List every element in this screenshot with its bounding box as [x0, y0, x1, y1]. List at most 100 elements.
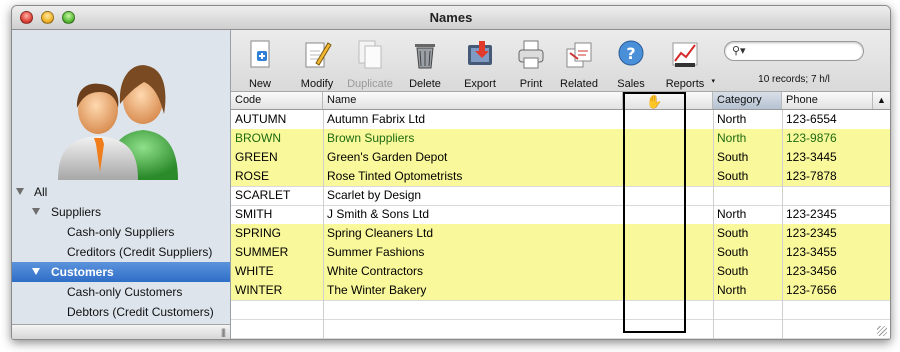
- cell-name: Spring Cleaners Ltd: [327, 226, 434, 240]
- column-header-empty-2[interactable]: [686, 92, 713, 109]
- sidebar-item-creditors-credit-suppliers[interactable]: Creditors (Credit Suppliers): [12, 242, 230, 262]
- cell-category: South: [717, 245, 749, 259]
- sidebar-item-label: Creditors (Credit Suppliers): [67, 245, 213, 259]
- sidebar-item-all[interactable]: All: [12, 182, 230, 202]
- disclosure-triangle-icon[interactable]: [32, 208, 40, 215]
- cell-name: Green's Garden Depot: [327, 150, 448, 164]
- sidebar-item-label: All: [34, 185, 48, 199]
- sidebar-resize-grip[interactable]: |||: [221, 327, 226, 337]
- title-bar[interactable]: Names: [12, 6, 890, 30]
- duplicate-button[interactable]: Duplicate: [339, 36, 401, 90]
- record-count: 10 records; 7 h/l: [758, 74, 830, 85]
- cell-category: South: [717, 169, 749, 183]
- table-row[interactable]: AUTUMN Autumn Fabrix Ltd North 123-6554: [231, 110, 890, 130]
- table-row[interactable]: WINTER The Winter Bakery North 123-7656: [231, 281, 890, 301]
- column-divider: [713, 110, 714, 339]
- print-button[interactable]: Print: [511, 36, 551, 90]
- names-window: Names All Suppliers Cash-only Suppliers Cre…: [11, 5, 891, 340]
- cell-phone: 123-6554: [786, 112, 837, 126]
- table-row[interactable]: SCARLET Scarlet by Design: [231, 186, 890, 206]
- people-group-icon: [58, 65, 178, 180]
- duplicate-icon: [358, 40, 382, 69]
- table-row[interactable]: ROSE Rose Tinted Optometrists South 123-787…: [231, 167, 890, 187]
- toolbar: New Modify Duplicate Delete Export Print Relat…: [231, 30, 890, 92]
- cell-name: J Smith & Sons Ltd: [327, 207, 430, 221]
- column-divider: [782, 110, 783, 339]
- export-button[interactable]: Export: [455, 36, 505, 90]
- table-row[interactable]: [231, 319, 890, 339]
- table-header: Code Name Category Phone ▲: [231, 92, 890, 110]
- cell-code: SPRING: [235, 226, 282, 240]
- column-header-name[interactable]: Name: [323, 92, 623, 109]
- cell-name: Rose Tinted Optometrists: [327, 169, 463, 183]
- cell-category: North: [717, 283, 747, 297]
- table-row[interactable]: [231, 300, 890, 320]
- sidebar-item-cash-only-suppliers[interactable]: Cash-only Suppliers: [12, 222, 230, 242]
- dragged-column-outline[interactable]: [623, 92, 686, 333]
- sidebar-item-label: Cash-only Customers: [67, 285, 183, 299]
- toolbar-button-label: Related: [560, 78, 598, 90]
- disclosure-triangle-icon[interactable]: [32, 268, 40, 275]
- reports-button[interactable]: Reports ▾: [655, 36, 715, 90]
- disclosure-triangle-icon[interactable]: [16, 188, 24, 195]
- names-table: Code Name Category Phone ▲ AUTUMN Autumn …: [231, 92, 890, 339]
- toolbar-button-label: Reports: [665, 78, 705, 90]
- table-row[interactable]: SMITH J Smith & Sons Ltd North 123-2345: [231, 205, 890, 225]
- cell-phone: 123-7656: [786, 283, 837, 297]
- cell-category: South: [717, 226, 749, 240]
- sidebar-item-label: Customers: [51, 265, 114, 279]
- cell-code: AUTUMN: [235, 112, 287, 126]
- column-header-category[interactable]: Category: [713, 92, 782, 109]
- reports-chart-icon: [672, 42, 698, 67]
- table-row[interactable]: WHITE White Contractors South 123-3456: [231, 262, 890, 282]
- cell-name: Autumn Fabrix Ltd: [327, 112, 426, 126]
- cell-category: North: [717, 131, 747, 145]
- delete-button[interactable]: Delete: [403, 36, 447, 90]
- sidebar-item-suppliers[interactable]: Suppliers: [12, 202, 230, 222]
- table-row[interactable]: SPRING Spring Cleaners Ltd South 123-2345: [231, 224, 890, 244]
- sidebar-item-customers[interactable]: Customers: [12, 262, 230, 282]
- cell-name: The Winter Bakery: [327, 283, 427, 297]
- toolbar-button-label: Modify: [300, 78, 334, 90]
- new-button[interactable]: New: [243, 36, 277, 90]
- related-button[interactable]: Related: [553, 36, 605, 90]
- sidebar-item-label: Cash-only Suppliers: [67, 225, 175, 239]
- sidebar-item-cash-only-customers[interactable]: Cash-only Customers: [12, 282, 230, 302]
- cell-phone: 123-2345: [786, 226, 837, 240]
- search-field[interactable]: ⚲▾: [724, 41, 864, 61]
- column-divider: [323, 110, 324, 339]
- cell-phone: 123-2345: [786, 207, 837, 221]
- cell-phone: 123-3455: [786, 245, 837, 259]
- table-row[interactable]: SUMMER Summer Fashions South 123-3455: [231, 243, 890, 263]
- dropdown-arrow-icon: ▾: [711, 78, 715, 85]
- search-icon[interactable]: ⚲▾: [732, 44, 746, 57]
- sort-direction-icon[interactable]: ▲: [872, 92, 890, 109]
- modify-button[interactable]: Modify: [291, 36, 343, 90]
- column-header-phone[interactable]: Phone: [782, 92, 872, 109]
- cell-code: SMITH: [235, 207, 273, 221]
- cell-category: North: [717, 112, 747, 126]
- toolbar-button-label: Duplicate: [347, 78, 393, 90]
- table-body: AUTUMN Autumn Fabrix Ltd North 123-6554 BROW…: [231, 110, 890, 339]
- sidebar: All Suppliers Cash-only Suppliers Creditors…: [12, 30, 231, 339]
- column-header-code[interactable]: Code: [231, 92, 323, 109]
- cell-phone: [782, 186, 872, 205]
- cell-category: South: [717, 264, 749, 278]
- cell-category: [713, 186, 782, 205]
- modify-pencil-icon: [305, 42, 332, 68]
- cell-code: ROSE: [235, 169, 270, 183]
- sales-button[interactable]: ? Sales: [611, 36, 651, 90]
- sidebar-footer: |||: [12, 324, 230, 339]
- export-icon: [468, 41, 492, 65]
- related-icon: [566, 42, 592, 68]
- table-row[interactable]: GREEN Green's Garden Depot South 123-3445: [231, 148, 890, 168]
- window-resize-handle[interactable]: [877, 326, 887, 336]
- sidebar-item-label: Debtors (Credit Customers): [67, 305, 214, 319]
- grab-hand-icon: ✋: [646, 94, 663, 109]
- cell-name: Scarlet by Design: [327, 188, 422, 202]
- sidebar-item-debtors-credit-customers[interactable]: Debtors (Credit Customers): [12, 302, 230, 322]
- table-row[interactable]: BROWN Brown Suppliers North 123-9876: [231, 129, 890, 149]
- window-title: Names: [429, 10, 473, 25]
- new-document-icon: [250, 40, 270, 68]
- toolbar-button-label: Print: [519, 78, 543, 90]
